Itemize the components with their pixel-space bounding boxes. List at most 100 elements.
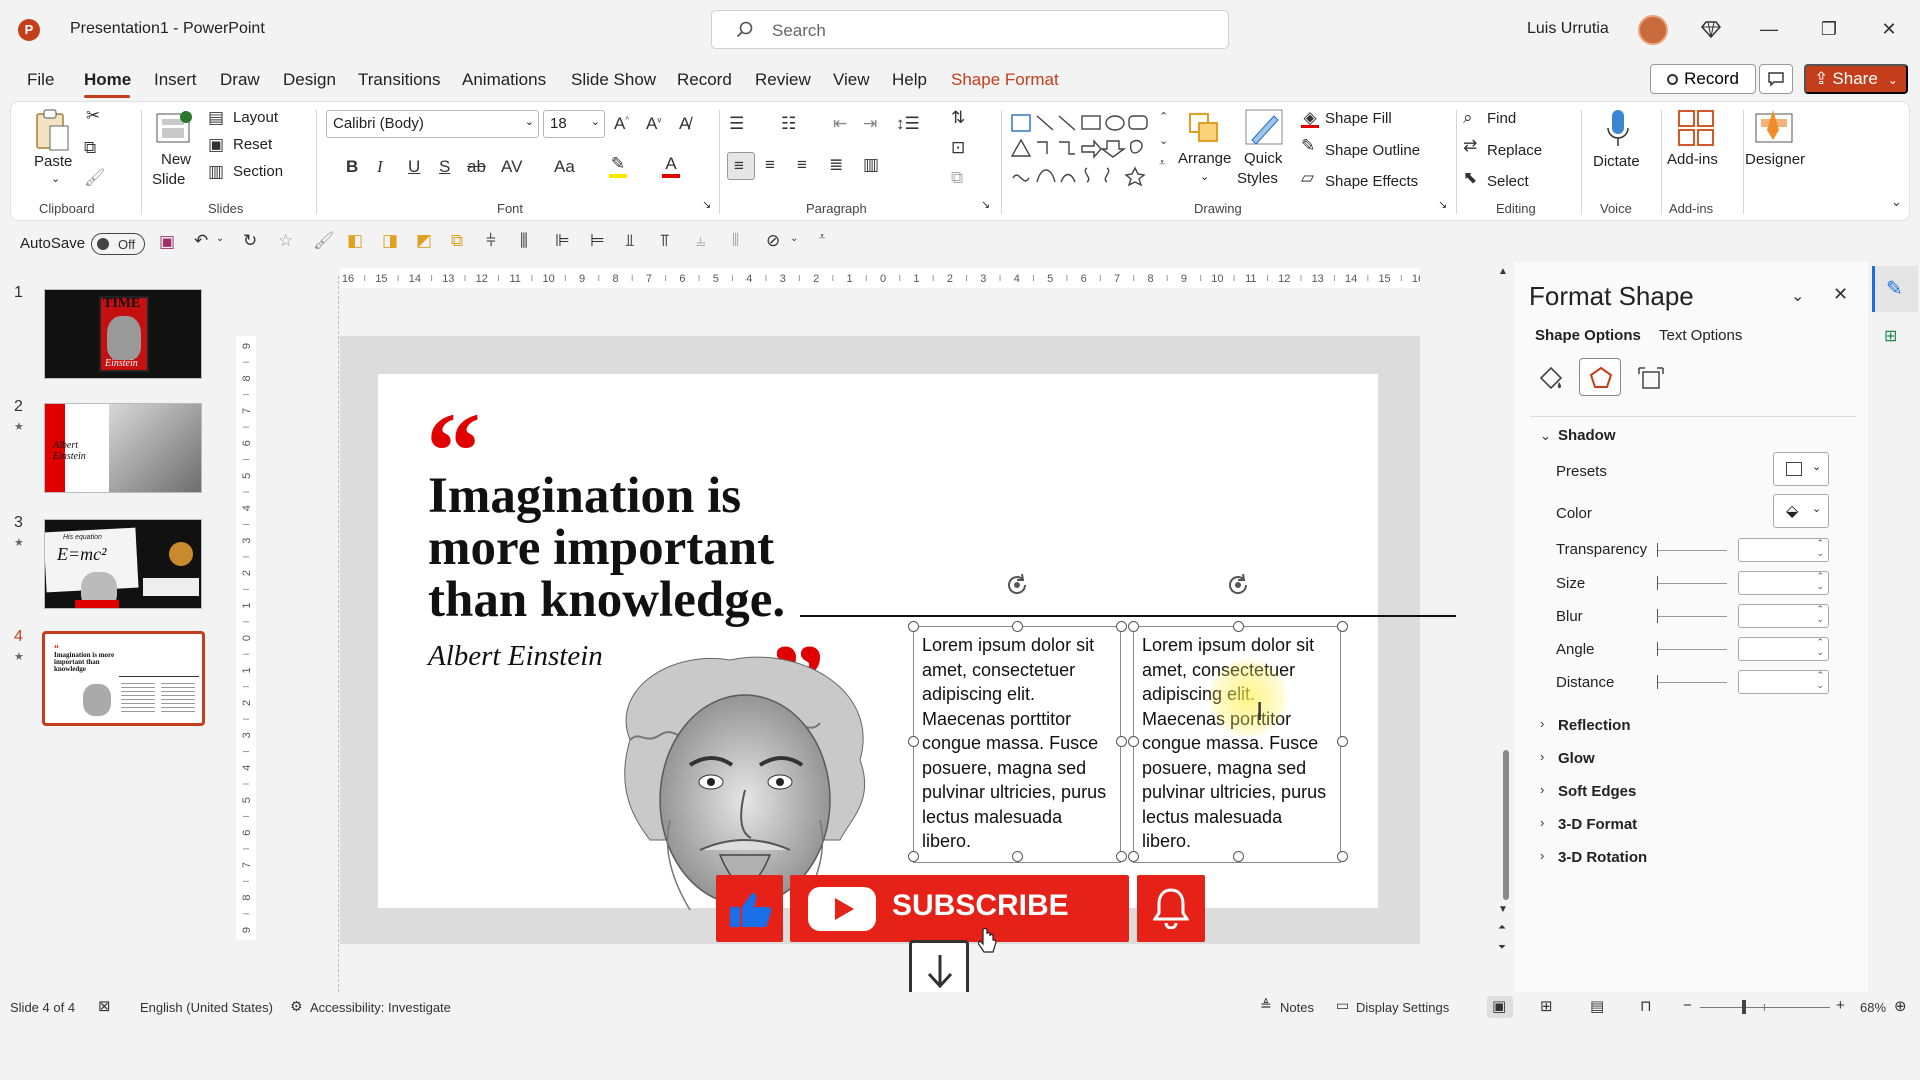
designer-rail-icon[interactable]: ⊞ [1884,326,1897,346]
search-box[interactable]: Search [711,10,1229,49]
highlight-color-icon[interactable]: ✎ [609,154,627,178]
color-dropdown[interactable]: ⬙ ⌄ [1773,494,1829,528]
group-icon[interactable]: ⧉ [451,231,463,251]
shape-fill-icon[interactable]: ◈ [1301,108,1319,128]
shape-effects-icon[interactable]: ▱ [1301,168,1314,188]
replace-button[interactable]: Replace [1487,142,1542,159]
comments-button[interactable] [1759,64,1793,94]
tab-draw[interactable]: Draw [220,70,260,90]
size-slider[interactable] [1657,576,1727,590]
reset-icon[interactable]: ▣ [208,135,224,155]
distribute-h-icon[interactable]: ⫴ [732,231,739,251]
redo-icon[interactable]: ↻ [243,231,257,251]
tab-file[interactable]: File [27,70,54,90]
restore-button[interactable]: ❐ [1813,14,1845,44]
resize-handle[interactable] [1337,621,1348,632]
shadow-text-icon[interactable]: S [439,157,450,177]
resize-handle[interactable] [1128,621,1139,632]
slide-sorter-icon[interactable]: ⊞ [1540,997,1553,1015]
chevron-right-icon[interactable]: › [1540,815,1544,830]
chevron-right-icon[interactable]: › [1540,848,1544,863]
font-color-icon[interactable]: A [662,154,680,178]
merge-shapes-icon[interactable]: ⊘ [766,231,780,251]
align-middle-icon[interactable]: ⫨ [696,231,706,251]
save-icon[interactable]: ▣ [159,232,175,252]
align-left-button[interactable]: ≡ [727,152,755,180]
new-slide-label-1[interactable]: New [161,151,191,168]
paste-chevron-icon[interactable]: ⌄ [51,172,60,185]
decrease-indent-icon[interactable]: ⇤ [833,114,847,134]
resize-handle[interactable] [1233,621,1244,632]
underline-icon[interactable]: U [408,157,420,177]
diamond-icon[interactable] [1701,19,1721,39]
align-left-objects-icon[interactable]: ⊫ [555,231,570,251]
horizontal-ruler[interactable]: 16 15 14 13 12 11 10 9 8 7 6 5 4 3 2 1 0 1 2 3 4 5 6 7 8 9 10 11 12 1… [340,268,1420,288]
resize-handle[interactable] [1128,851,1139,862]
designer-button[interactable]: Designer [1745,151,1805,168]
tab-review[interactable]: Review [755,70,811,90]
resize-handle[interactable] [908,736,919,747]
decrease-font-size-icon[interactable]: Av [646,114,661,134]
quick-styles-label-1[interactable]: Quick [1244,150,1282,167]
slide-thumbnail-1[interactable]: TIME Einstein [44,289,202,379]
layout-button[interactable]: Layout [233,109,278,126]
chevron-right-icon[interactable]: › [1540,749,1544,764]
notification-bell-button[interactable] [1137,875,1205,942]
align-text-icon[interactable]: ⊡ [951,138,965,158]
star-icon[interactable]: ☆ [278,231,293,251]
paragraph-dialog-launcher-icon[interactable]: ↘ [981,198,990,211]
format-painter-qat-icon[interactable]: 🖌 [313,231,335,251]
undo-chevron-icon[interactable]: ⌄ [216,233,224,244]
glow-section-header[interactable]: Glow [1558,750,1595,767]
collapse-ribbon-icon[interactable]: ⌄ [1891,194,1902,210]
format-painter-icon[interactable]: 🖌 [84,168,106,188]
like-button[interactable] [716,875,783,942]
new-slide-icon[interactable] [154,108,194,148]
distribute-icon[interactable]: ⫼ [520,231,528,251]
select-icon[interactable]: ⬉ [1463,168,1477,188]
reset-button[interactable]: Reset [233,136,272,153]
zoom-slider[interactable] [1700,1000,1830,1014]
resize-handle[interactable] [1116,621,1127,632]
resize-handle[interactable] [1012,621,1023,632]
shape-outline-icon[interactable]: ✎ [1301,136,1315,156]
user-name[interactable]: Luis Urrutia [1527,20,1609,38]
angle-slider[interactable] [1657,642,1727,656]
numbering-icon[interactable]: ☷ [781,114,796,134]
bring-forward-icon[interactable]: ◧ [347,231,363,251]
italic-icon[interactable]: I [377,157,383,177]
resize-handle[interactable] [1337,736,1348,747]
accessibility-status[interactable]: Accessibility: Investigate [310,1000,451,1015]
fit-slide-icon[interactable]: ⊕ [1894,997,1907,1015]
presets-dropdown[interactable]: ⌄ [1773,452,1829,486]
paste-icon[interactable] [33,108,71,152]
microphone-icon[interactable] [1605,108,1631,150]
distance-slider[interactable] [1657,675,1727,689]
3d-rotation-section-header[interactable]: 3-D Rotation [1558,849,1647,866]
arrange-button[interactable]: Arrange [1178,150,1231,167]
undo-icon[interactable]: ↶ [194,231,208,251]
layout-icon[interactable]: ▤ [208,108,224,128]
slide-thumbnail-4[interactable]: “ Imagination is more important than kno… [42,631,205,726]
shape-fill-button[interactable]: Shape Fill [1325,110,1392,127]
3d-format-section-header[interactable]: 3-D Format [1558,816,1637,833]
previous-slide-icon[interactable]: ⏶ [1498,922,1506,933]
autosave-toggle[interactable]: Off [91,233,145,255]
blur-slider[interactable] [1657,609,1727,623]
text-direction-icon[interactable]: ⇅ [951,108,965,128]
resize-handle[interactable] [908,621,919,632]
chevron-right-icon[interactable]: › [1540,716,1544,731]
tab-help[interactable]: Help [892,70,927,90]
soft-edges-section-header[interactable]: Soft Edges [1558,783,1636,800]
change-case-icon[interactable]: Aa [554,157,575,177]
zoom-out-button[interactable]: − [1683,997,1692,1014]
smartart-icon[interactable]: ⧉ [951,168,963,188]
designer-icon[interactable] [1753,106,1797,148]
dictate-button[interactable]: Dictate [1593,153,1640,170]
gallery-down-icon[interactable]: ⌄ [1159,134,1168,147]
align-bottom-icon[interactable]: ⫫ [625,231,635,251]
slide-count[interactable]: Slide 4 of 4 [10,1000,75,1015]
blur-spinner[interactable] [1738,604,1829,628]
reflection-section-header[interactable]: Reflection [1558,717,1631,734]
resize-handle[interactable] [1012,851,1023,862]
